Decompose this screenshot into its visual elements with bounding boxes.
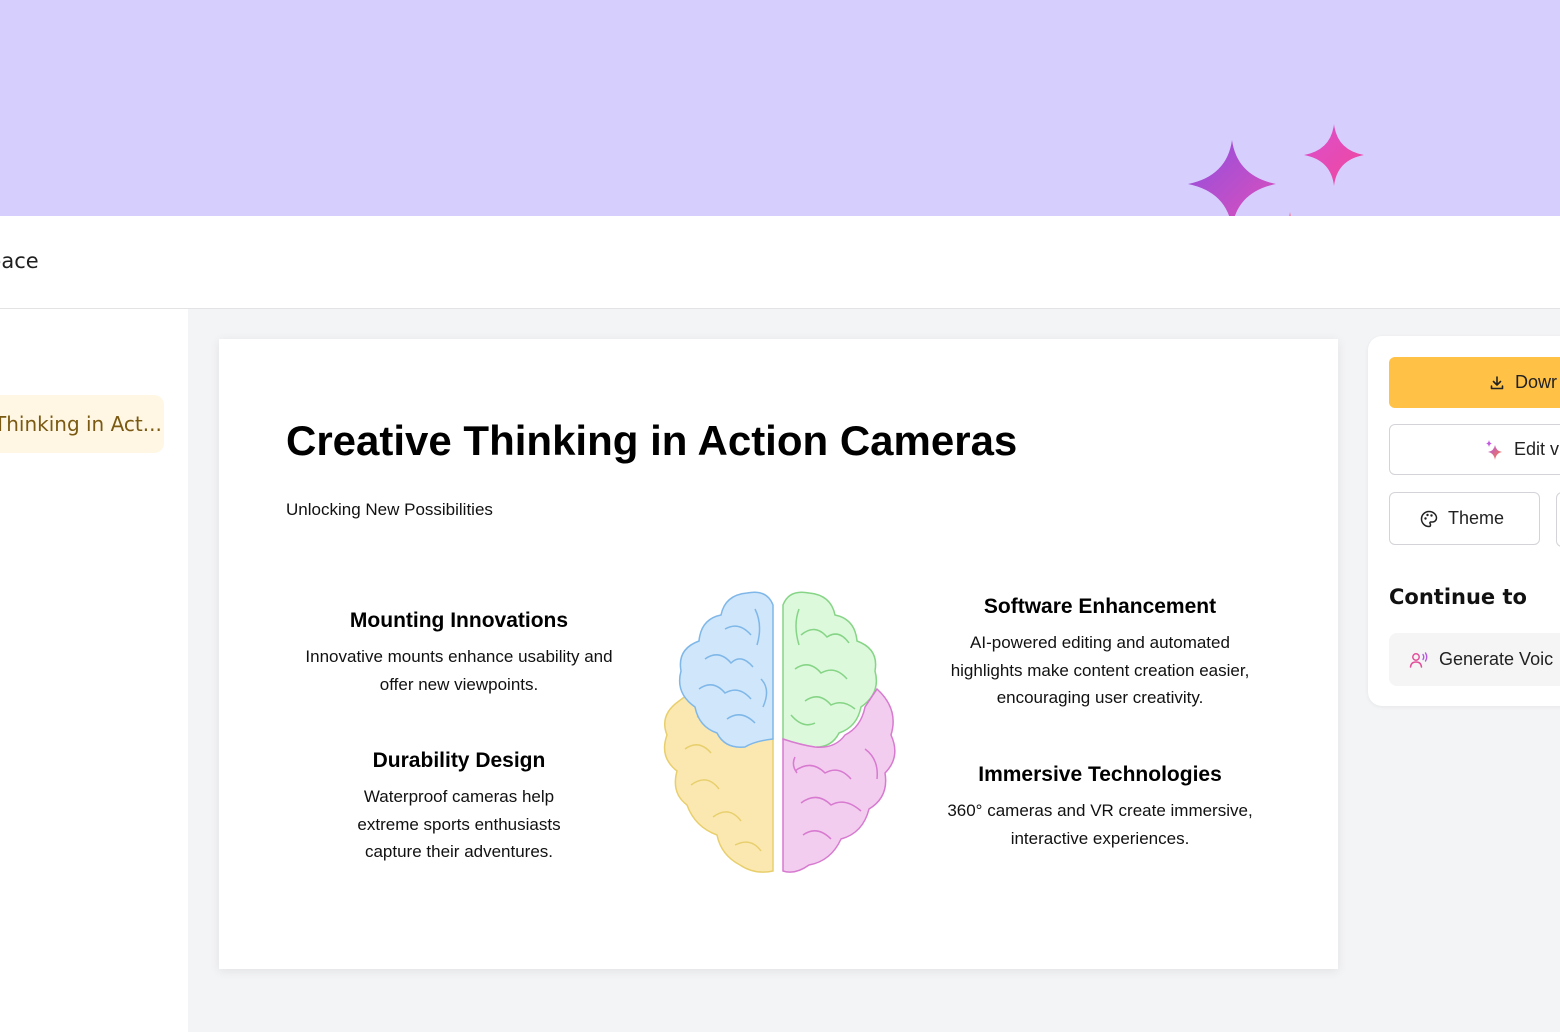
brain-illustration	[663, 591, 896, 873]
download-icon	[1490, 376, 1504, 390]
theme-button[interactable]: Theme	[1389, 492, 1540, 545]
feature-text: Innovative mounts enhance usability and …	[305, 647, 613, 694]
feature-immersive[interactable]: Immersive Technologies 360° cameras and …	[930, 763, 1270, 852]
voice-icon	[1409, 652, 1428, 668]
feature-software[interactable]: Software Enhancement AI-powered editing …	[930, 595, 1270, 712]
sidebar-item-slide-1[interactable]: Thinking in Act...	[0, 395, 164, 453]
feature-durability[interactable]: Durability Design Waterproof cameras hel…	[289, 749, 629, 866]
feature-mounting[interactable]: Mounting Innovations Innovative mounts e…	[289, 609, 629, 698]
edit-with-ai-button[interactable]: Edit v	[1389, 424, 1560, 475]
download-button-label: Dowr	[1515, 372, 1558, 392]
generate-voice-button[interactable]: Generate Voic	[1389, 633, 1560, 686]
slides-sidebar: s Thinking in Act...	[0, 309, 188, 1032]
top-bar: pace	[0, 216, 1560, 309]
continue-heading: Continue to	[1389, 585, 1527, 609]
feature-text: 360° cameras and VR create immersive, in…	[947, 801, 1253, 848]
feature-title: Durability Design	[372, 749, 546, 772]
theme-button-label: Theme	[1448, 508, 1505, 528]
edit-button-label: Edit v	[1514, 439, 1560, 459]
feature-text: AI-powered editing and automated highlig…	[950, 633, 1250, 707]
slide-subtitle[interactable]: Unlocking New Possibilities	[286, 500, 493, 520]
feature-text: Waterproof cameras help extreme sports e…	[357, 787, 561, 861]
actions-panel: Dowr Edit v Theme Continue to Generate V…	[1368, 336, 1560, 706]
more-options-button[interactable]	[1556, 492, 1560, 547]
download-button[interactable]: Dowr	[1389, 357, 1560, 408]
magic-sparkle-icon	[1486, 440, 1502, 461]
voice-button-label: Generate Voic	[1439, 649, 1554, 669]
feature-title: Software Enhancement	[983, 595, 1217, 618]
slide-title[interactable]: Creative Thinking in Action Cameras	[286, 417, 1017, 465]
slide-canvas[interactable]: Creative Thinking in Action Cameras Unlo…	[219, 339, 1338, 969]
feature-title: Mounting Innovations	[349, 609, 569, 632]
workspace-title[interactable]: pace	[0, 249, 39, 273]
palette-icon	[1420, 510, 1438, 528]
feature-title: Immersive Technologies	[978, 763, 1222, 786]
